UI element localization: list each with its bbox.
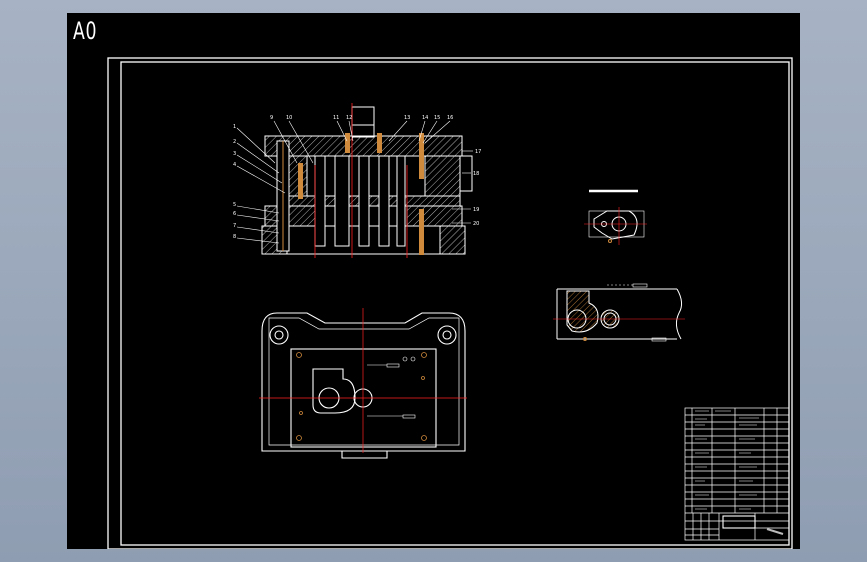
svg-text:14: 14	[422, 115, 428, 121]
svg-text:16: 16	[447, 115, 453, 121]
svg-text:2: 2	[233, 139, 236, 145]
svg-text:19: 19	[473, 207, 479, 213]
svg-text:9: 9	[270, 115, 273, 121]
svg-text:5: 5	[233, 202, 236, 208]
svg-text:7: 7	[233, 223, 236, 229]
svg-text:17: 17	[475, 149, 481, 155]
cad-drawing: 12 34 56 78 9 10 11 12 13 14 15 16 1718 1920	[107, 57, 793, 549]
svg-text:13: 13	[404, 115, 410, 121]
svg-text:18: 18	[473, 171, 479, 177]
title-block-marks	[695, 410, 759, 510]
inner-border	[120, 61, 790, 546]
svg-text:3: 3	[233, 151, 236, 157]
svg-text:8: 8	[233, 234, 236, 240]
drawing-viewport[interactable]: A0 1 2 3 4 5 6 7 8 9 10 11 12 13 14 15 1…	[67, 13, 800, 549]
svg-text:11: 11	[333, 115, 339, 121]
title-block	[684, 407, 790, 541]
svg-text:20: 20	[473, 221, 479, 227]
svg-text:12: 12	[346, 115, 352, 121]
svg-text:6: 6	[233, 211, 236, 217]
part-drawing	[584, 189, 647, 245]
svg-text:1: 1	[233, 124, 236, 130]
section-view: 12 34 56 78 9 10 11 12 13 14 15 16 1718 1920	[233, 103, 481, 258]
strip-layout	[553, 283, 685, 342]
svg-text:15: 15	[434, 115, 440, 121]
outer-border	[107, 57, 793, 549]
svg-text:4: 4	[233, 162, 236, 168]
svg-text:10: 10	[286, 115, 292, 121]
plan-view	[259, 308, 467, 459]
